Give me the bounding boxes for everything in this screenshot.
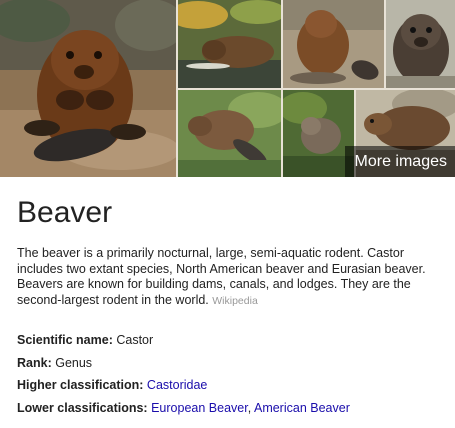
beaver-photo-4-image xyxy=(386,0,455,88)
image-gallery: More images xyxy=(0,0,455,177)
entity-description: The beaver is a primarily nocturnal, lar… xyxy=(17,246,442,309)
fact-label: Rank: xyxy=(17,355,52,370)
fact-higher-classification: Higher classification: Castoridae xyxy=(17,374,447,397)
beaver-photo-3-image xyxy=(283,0,384,88)
fact-value: Genus xyxy=(55,355,93,370)
beaver-photo-4[interactable] xyxy=(386,0,455,88)
beaver-photo-5-image xyxy=(178,90,281,177)
american-beaver-link[interactable]: American Beaver xyxy=(254,401,350,415)
fact-scientific-name: Scientific name: Castor xyxy=(17,329,447,352)
fact-label: Lower classifications: xyxy=(17,400,148,415)
more-images-button[interactable]: More images xyxy=(344,146,455,177)
beaver-photo-2[interactable] xyxy=(178,0,281,88)
entity-title: Beaver xyxy=(17,196,113,229)
beaver-photo-6-image xyxy=(283,90,354,177)
fact-label: Scientific name: xyxy=(17,333,113,347)
beaver-photo-main-image xyxy=(0,0,176,177)
knowledge-panel: More images Beaver The beaver is a prima… xyxy=(0,0,455,428)
facts-list: Scientific name: Castor Rank: Genus High… xyxy=(17,329,447,419)
beaver-photo-3[interactable] xyxy=(283,0,384,88)
beaver-photo-main[interactable] xyxy=(0,0,176,177)
beaver-photo-6[interactable] xyxy=(283,90,354,177)
fact-label: Higher classification: xyxy=(17,378,144,392)
fact-lower-classifications: Lower classifications: European Beaver, … xyxy=(17,397,447,420)
european-beaver-link[interactable]: European Beaver xyxy=(151,401,248,415)
beaver-photo-5[interactable] xyxy=(178,90,281,177)
beaver-photo-2-image xyxy=(178,0,281,88)
fact-value: Castor xyxy=(116,333,154,347)
castoridae-link[interactable]: Castoridae xyxy=(147,378,207,392)
wikipedia-source-link[interactable]: Wikipedia xyxy=(212,295,258,307)
list-separator: , xyxy=(247,400,252,415)
fact-rank: Rank: Genus xyxy=(17,352,447,375)
